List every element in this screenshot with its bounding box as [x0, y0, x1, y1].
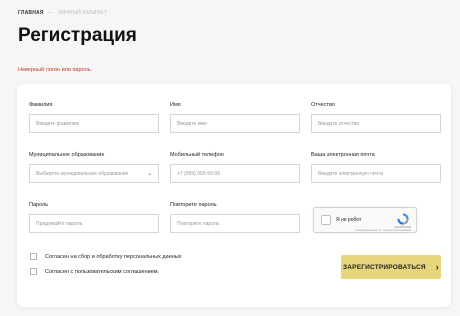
first-name-label: Имя [170, 102, 181, 108]
last-name-input[interactable]: Введите фамилию [29, 114, 159, 133]
recaptcha-widget: Я не робот reCAPTCHA Конфиденциальность … [313, 207, 417, 233]
password-repeat-placeholder: Повторите пароль [177, 220, 220, 227]
last-name-label: Фамилия [29, 102, 53, 108]
email-field-group: Ваша электронная почта Введите электронн… [311, 152, 441, 183]
password-label: Пароль [29, 202, 49, 208]
email-placeholder: Введите электронную почта [318, 170, 384, 177]
first-name-field-group: Имя Введите имя [170, 102, 300, 133]
municipality-select[interactable]: Выберите муниципальное образование ⌄ [29, 164, 159, 183]
consent-personal-data-checkbox[interactable] [30, 253, 37, 260]
consent-user-agreement-label: Согласен с пользовательским соглашением. [45, 268, 160, 275]
consent-personal-data-row: Согласен на сбор и обработку персональны… [30, 253, 181, 260]
breadcrumb-home-link[interactable]: ГЛАВНАЯ [18, 10, 44, 16]
email-input[interactable]: Введите электронную почта [311, 164, 441, 183]
last-name-placeholder: Введите фамилию [36, 120, 80, 127]
recaptcha-terms[interactable]: Конфиденциальность - Условия использован… [356, 229, 411, 232]
municipality-field-group: Муниципальное образование Выберите муниц… [29, 152, 159, 183]
error-message: Неверный логин или пароль. [18, 67, 93, 73]
register-button[interactable]: ЗАРЕГИСТРИРОВАТЬСЯ › [341, 255, 441, 279]
phone-label: Мобильный телефон [170, 152, 224, 158]
recaptcha-logo-icon [397, 213, 409, 225]
password-input[interactable]: Придумайте пароль [29, 214, 159, 233]
chevron-right-icon: › [435, 262, 439, 272]
password-repeat-field-group: Повторите пароль Повторите пароль [170, 202, 300, 233]
patronymic-field-group: Отчество Введите отчество [311, 102, 441, 133]
email-label: Ваша электронная почта [311, 152, 375, 158]
breadcrumb: ГЛАВНАЯ — ЛИЧНЫЙ КАБИНЕТ [18, 10, 107, 16]
password-repeat-label: Повторите пароль [170, 202, 217, 208]
municipality-placeholder: Выберите муниципальное образование [36, 170, 129, 177]
password-placeholder: Придумайте пароль [36, 220, 83, 227]
chevron-down-icon: ⌄ [146, 171, 152, 177]
breadcrumb-current: ЛИЧНЫЙ КАБИНЕТ [58, 10, 108, 16]
breadcrumb-separator: — [48, 10, 54, 16]
patronymic-label: Отчество [311, 102, 335, 108]
patronymic-placeholder: Введите отчество [318, 120, 360, 127]
page-title: Регистрация [18, 25, 137, 46]
consent-user-agreement-row: Согласен с пользовательским соглашением. [30, 268, 159, 275]
first-name-placeholder: Введите имя [177, 120, 207, 127]
password-field-group: Пароль Придумайте пароль [29, 202, 159, 233]
last-name-field-group: Фамилия Введите фамилию [29, 102, 159, 133]
phone-input[interactable]: +7 (999) 999-99-99 [170, 164, 300, 183]
municipality-label: Муниципальное образование [29, 152, 105, 158]
register-button-label: ЗАРЕГИСТРИРОВАТЬСЯ [343, 263, 426, 271]
recaptcha-checkbox[interactable] [321, 215, 331, 225]
recaptcha-label: Я не робот [336, 217, 362, 223]
patronymic-input[interactable]: Введите отчество [311, 114, 441, 133]
password-repeat-input[interactable]: Повторите пароль [170, 214, 300, 233]
consent-personal-data-label: Согласен на сбор и обработку персональны… [45, 253, 182, 260]
consent-user-agreement-checkbox[interactable] [30, 268, 37, 275]
registration-form: Фамилия Введите фамилию Имя Введите имя … [17, 84, 451, 307]
phone-placeholder: +7 (999) 999-99-99 [177, 170, 220, 177]
phone-field-group: Мобильный телефон +7 (999) 999-99-99 [170, 152, 300, 183]
first-name-input[interactable]: Введите имя [170, 114, 300, 133]
